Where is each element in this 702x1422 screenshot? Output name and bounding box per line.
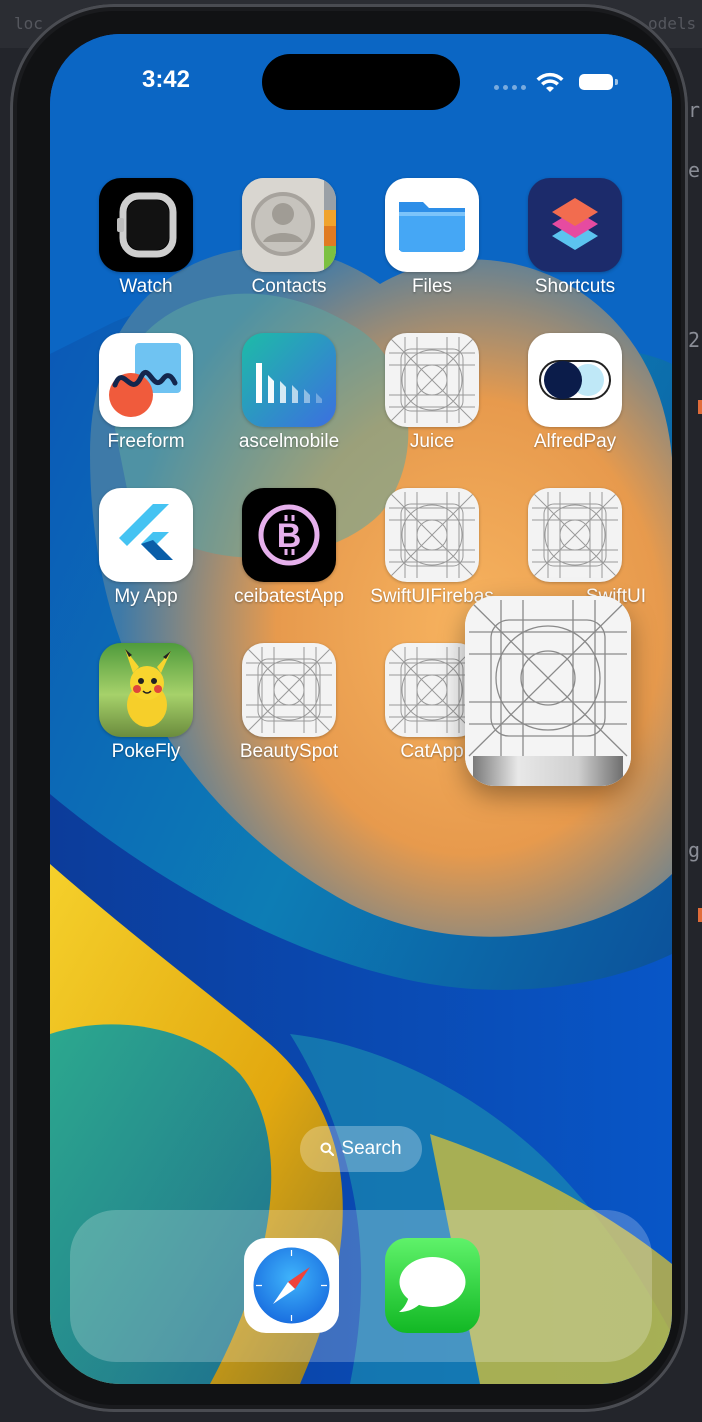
spotlight-search-button[interactable]: Search — [300, 1126, 422, 1172]
app-my-app[interactable]: My App — [75, 488, 217, 608]
app-label: Juice — [409, 431, 455, 452]
app-shortcuts[interactable]: Shortcuts — [504, 178, 646, 298]
app-freeform[interactable]: Freeform — [75, 333, 217, 453]
app-label: ascelmobile — [238, 431, 340, 452]
placeholder-grid-icon — [465, 596, 631, 786]
app-label: PokeFly — [111, 741, 181, 762]
files-folder-icon — [385, 178, 479, 272]
ascelmobile-bars-icon — [242, 333, 336, 427]
home-screen: 3:42 Watch Contacts Files Shortcuts Free… — [50, 34, 672, 1384]
search-icon — [320, 1142, 335, 1156]
app-juice[interactable]: Juice — [361, 333, 503, 453]
app-pokefly[interactable]: PokeFly — [75, 643, 217, 763]
background-marker — [698, 908, 702, 922]
app-label: Files — [411, 276, 453, 297]
bitcoin-icon: B — [242, 488, 336, 582]
dock — [70, 1210, 652, 1362]
app-swiftui[interactable]: SwiftUI — [504, 488, 646, 608]
cellular-signal-icon — [494, 85, 526, 90]
status-time: 3:42 — [141, 66, 191, 93]
alfredpay-toggle-icon — [528, 333, 622, 427]
wifi-icon — [536, 72, 564, 92]
background-code-letter: g — [687, 838, 700, 862]
flutter-icon — [99, 488, 193, 582]
background-marker — [698, 400, 702, 414]
app-label: Freeform — [107, 431, 185, 452]
background-text-fragment: loc — [14, 14, 43, 33]
app-ascelmobile[interactable]: ascelmobile — [218, 333, 360, 453]
iphone-frame: 3:42 Watch Contacts Files Shortcuts Free… — [10, 4, 688, 1412]
safari-compass-icon — [253, 1247, 330, 1324]
app-files[interactable]: Files — [361, 178, 503, 298]
app-ceibatestapp[interactable]: B ceibatestApp — [218, 488, 360, 608]
app-label: AlfredPay — [533, 431, 617, 452]
placeholder-grid-icon — [528, 488, 622, 582]
watch-icon — [99, 178, 193, 272]
app-label: My App — [114, 586, 178, 607]
app-label: BeautySpot — [239, 741, 339, 762]
placeholder-grid-icon — [242, 643, 336, 737]
background-code-letter: r — [687, 98, 700, 122]
app-alfredpay[interactable]: AlfredPay — [504, 333, 646, 453]
contacts-icon — [242, 178, 336, 272]
dragged-app-icon[interactable] — [465, 596, 631, 786]
app-contacts[interactable]: Contacts — [218, 178, 360, 298]
background-code-letter: 2 — [687, 328, 700, 352]
app-watch[interactable]: Watch — [75, 178, 217, 298]
app-label: Watch — [119, 276, 173, 297]
placeholder-grid-icon — [385, 333, 479, 427]
background-code-letter: e — [687, 158, 700, 182]
shortcuts-icon — [528, 178, 622, 272]
background-text-fragment: odels — [648, 14, 697, 33]
app-beautyspot[interactable]: BeautySpot — [218, 643, 360, 763]
placeholder-grid-icon — [385, 488, 479, 582]
svg-text:B: B — [277, 517, 302, 555]
pikachu-icon — [99, 643, 193, 737]
app-label: Shortcuts — [534, 276, 616, 297]
freeform-icon — [99, 333, 193, 427]
app-label: ceibatestApp — [234, 586, 344, 607]
app-swiftuifirebase[interactable]: SwiftUIFirebas — [361, 488, 503, 608]
dock-app-safari[interactable] — [244, 1238, 339, 1333]
app-label: Contacts — [251, 276, 327, 297]
dynamic-island — [262, 54, 460, 110]
battery-icon — [579, 74, 618, 90]
messages-bubble-icon — [399, 1257, 466, 1312]
dock-app-messages[interactable] — [385, 1238, 480, 1333]
search-label: Search — [341, 1138, 402, 1159]
